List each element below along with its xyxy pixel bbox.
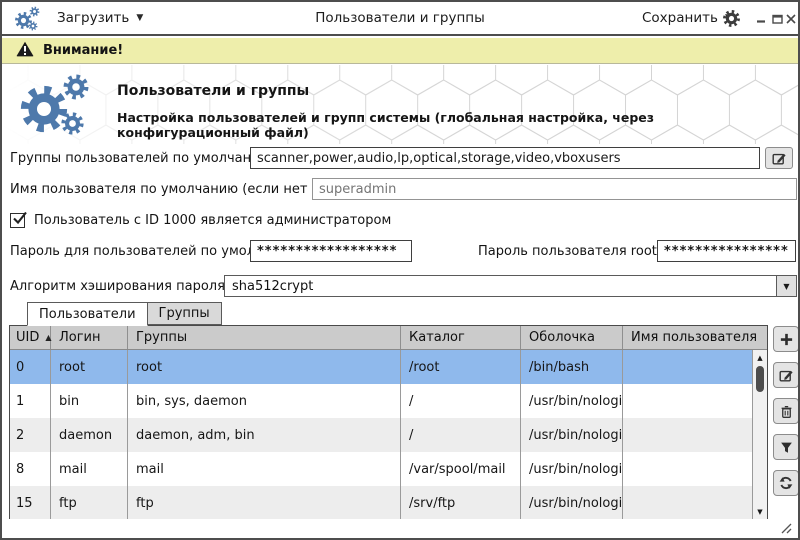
minimize-button[interactable] bbox=[753, 11, 769, 26]
cell-shell: /usr/bin/nologin bbox=[521, 418, 623, 452]
warning-triangle-icon bbox=[16, 41, 34, 61]
cell-login: ftp bbox=[51, 486, 128, 520]
status-bar bbox=[2, 519, 798, 538]
save-menu-button[interactable]: Сохранить ▼ bbox=[642, 10, 732, 26]
cell-login: daemon bbox=[51, 418, 128, 452]
trash-icon bbox=[779, 404, 794, 419]
cell-login: root bbox=[51, 350, 128, 384]
cell-home: /srv/ftp bbox=[401, 486, 521, 520]
table-row[interactable]: 0 root root /root /bin/bash bbox=[10, 350, 752, 384]
admin-checkbox[interactable] bbox=[10, 213, 25, 228]
cell-name bbox=[623, 418, 752, 452]
column-header-shell[interactable]: Оболочка bbox=[521, 326, 623, 349]
edit-groups-button[interactable] bbox=[765, 147, 793, 169]
tab-groups[interactable]: Группы bbox=[148, 302, 222, 325]
column-header-home[interactable]: Каталог bbox=[401, 326, 521, 349]
cell-login: mail bbox=[51, 452, 128, 486]
vertical-scrollbar[interactable]: ▲ ▼ bbox=[752, 350, 767, 520]
column-header-name[interactable]: Имя пользователя bbox=[623, 326, 767, 349]
cell-home: /root bbox=[401, 350, 521, 384]
page-header: Пользователи и группы Настройка пользова… bbox=[2, 65, 798, 144]
table-row[interactable]: 8 mail mail /var/spool/mail /usr/bin/nol… bbox=[10, 452, 752, 486]
page-title: Пользователи и группы bbox=[117, 83, 309, 99]
funnel-icon bbox=[779, 440, 794, 455]
cell-name bbox=[623, 350, 752, 384]
column-header-login[interactable]: Логин bbox=[51, 326, 128, 349]
save-label: Сохранить bbox=[642, 10, 718, 26]
cell-uid: 2 bbox=[10, 418, 51, 452]
cell-home: / bbox=[401, 418, 521, 452]
gears-icon bbox=[18, 73, 110, 137]
title-bar: Загрузить ▼ Пользователи и группы Сохран… bbox=[2, 2, 798, 36]
column-header-uid[interactable]: UID ▲ bbox=[10, 326, 51, 349]
cell-login: bin bbox=[51, 384, 128, 418]
cell-shell: /bin/bash bbox=[521, 350, 623, 384]
close-button[interactable] bbox=[783, 11, 799, 26]
pencil-square-icon bbox=[778, 367, 794, 383]
resize-grip[interactable] bbox=[779, 523, 792, 534]
table-header-row: UID ▲ Логин Группы Каталог Оболочка Имя … bbox=[10, 326, 767, 350]
cell-groups: mail bbox=[128, 452, 401, 486]
cell-shell: /usr/bin/nologin bbox=[521, 384, 623, 418]
cell-groups: bin, sys, daemon bbox=[128, 384, 401, 418]
app-window: Загрузить ▼ Пользователи и группы Сохран… bbox=[0, 0, 800, 540]
admin-checkbox-label: Пользователь с ID 1000 является админист… bbox=[34, 213, 391, 228]
users-table: UID ▲ Логин Группы Каталог Оболочка Имя … bbox=[9, 325, 768, 521]
cell-groups: ftp bbox=[128, 486, 401, 520]
cell-uid: 0 bbox=[10, 350, 51, 384]
refresh-icon bbox=[778, 475, 794, 491]
default-groups-label: Группы пользователей по умолчанию: bbox=[10, 151, 275, 166]
root-password-input[interactable] bbox=[657, 240, 796, 262]
table-row[interactable]: 2 daemon daemon, adm, bin / /usr/bin/nol… bbox=[10, 418, 752, 452]
cell-name bbox=[623, 384, 752, 418]
add-user-button[interactable] bbox=[773, 326, 799, 352]
table-row[interactable]: 15 ftp ftp /srv/ftp /usr/bin/nologin bbox=[10, 486, 752, 520]
cell-name bbox=[623, 452, 752, 486]
scrollbar-thumb[interactable] bbox=[756, 366, 764, 392]
cell-groups: root bbox=[128, 350, 401, 384]
scroll-up-icon[interactable]: ▲ bbox=[753, 351, 767, 365]
filter-button[interactable] bbox=[773, 434, 799, 460]
cell-uid: 8 bbox=[10, 452, 51, 486]
warning-banner: Внимание! bbox=[2, 38, 798, 64]
checkmark-icon bbox=[11, 210, 28, 227]
admin-checkbox-row[interactable]: Пользователь с ID 1000 является админист… bbox=[10, 213, 391, 228]
warning-text: Внимание! bbox=[43, 43, 123, 58]
cell-uid: 15 bbox=[10, 486, 51, 520]
tab-users[interactable]: Пользователи bbox=[27, 302, 148, 326]
delete-user-button[interactable] bbox=[773, 398, 799, 424]
cell-shell: /usr/bin/nologin bbox=[521, 486, 623, 520]
pencil-square-icon bbox=[771, 150, 787, 166]
default-password-input[interactable] bbox=[250, 240, 412, 262]
cell-uid: 1 bbox=[10, 384, 51, 418]
chevron-down-icon: ▼ bbox=[783, 282, 789, 291]
hash-algorithm-value: sha512crypt bbox=[225, 279, 776, 294]
cell-home: /var/spool/mail bbox=[401, 452, 521, 486]
tab-bar: Пользователи Группы bbox=[27, 302, 222, 326]
cell-shell: /usr/bin/nologin bbox=[521, 452, 623, 486]
default-username-input[interactable] bbox=[312, 178, 797, 200]
refresh-button[interactable] bbox=[773, 470, 799, 496]
column-header-groups[interactable]: Группы bbox=[128, 326, 401, 349]
cell-home: / bbox=[401, 384, 521, 418]
root-password-label: Пароль пользователя root: bbox=[478, 244, 661, 259]
dropdown-arrow-button[interactable]: ▼ bbox=[776, 276, 796, 296]
cell-groups: daemon, adm, bin bbox=[128, 418, 401, 452]
table-row[interactable]: 1 bin bin, sys, daemon / /usr/bin/nologi… bbox=[10, 384, 752, 418]
cell-name bbox=[623, 486, 752, 520]
plus-icon bbox=[779, 332, 794, 347]
page-subtitle: Настройка пользователей и групп системы … bbox=[117, 110, 798, 140]
scroll-down-icon[interactable]: ▼ bbox=[753, 505, 767, 519]
default-groups-input[interactable] bbox=[250, 147, 760, 169]
settings-gear-button[interactable] bbox=[722, 9, 741, 28]
table-body: 0 root root /root /bin/bash 1 bin bin, s… bbox=[10, 350, 752, 520]
edit-user-button[interactable] bbox=[773, 362, 799, 388]
hash-algorithm-label: Алгоритм хэширования пароля: bbox=[10, 279, 229, 294]
hash-algorithm-select[interactable]: sha512crypt ▼ bbox=[224, 275, 797, 297]
